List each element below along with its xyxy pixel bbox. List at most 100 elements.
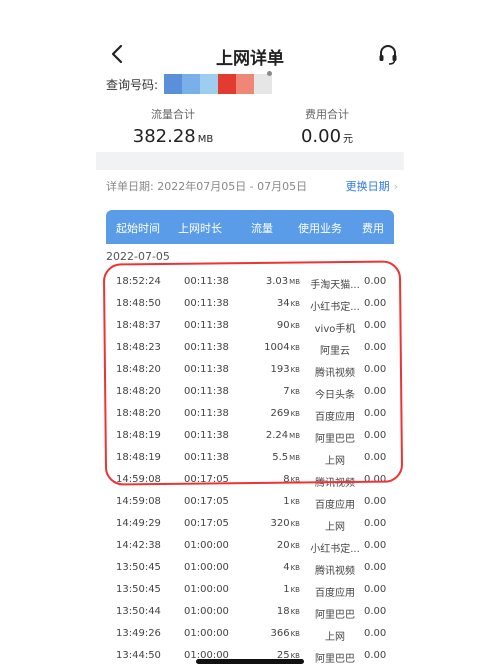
traffic-unit: KB <box>290 564 300 572</box>
cell-traffic: 8KB <box>246 474 300 485</box>
usage-table-body: 18:52:24 00:11:38 3.03MB 手淘天猫... 0.00 18:48:5… <box>106 272 394 668</box>
cell-duration: 00:11:38 <box>184 452 229 463</box>
cell-duration: 00:11:38 <box>184 386 229 397</box>
cell-service: 上网 <box>325 522 345 533</box>
cell-traffic: 320KB <box>246 518 301 529</box>
cell-fee: 0.00 <box>364 540 387 551</box>
redaction-swatch <box>254 74 272 94</box>
traffic-unit: MB <box>289 432 300 440</box>
cell-service: 小红书定... <box>310 544 360 555</box>
cell-service: 百度应用 <box>315 412 355 423</box>
cell-start-time: 14:42:38 <box>116 540 161 551</box>
cell-fee: 0.00 <box>364 606 387 617</box>
cell-fee: 0.00 <box>364 364 387 375</box>
table-row[interactable]: 18:52:24 00:11:38 3.03MB 手淘天猫... 0.00 <box>106 272 394 294</box>
traffic-total-value: 382.28 <box>132 126 196 147</box>
traffic-value: 1 <box>283 496 290 507</box>
cell-service: 阿里巴巴 <box>315 610 355 621</box>
cell-service: 上网 <box>325 632 345 643</box>
cell-traffic: 90KB <box>246 320 300 331</box>
cell-start-time: 18:48:23 <box>116 342 161 353</box>
cell-traffic: 1KB <box>246 496 300 507</box>
query-number-label: 查询号码: <box>106 78 159 92</box>
traffic-unit: KB <box>290 366 300 374</box>
cell-start-time: 13:50:45 <box>116 562 161 573</box>
cell-start-time: 18:48:20 <box>116 386 161 397</box>
table-row[interactable]: 14:42:38 01:00:00 20KB 小红书定... 0.00 <box>106 536 394 558</box>
home-indicator <box>196 659 304 664</box>
traffic-unit: KB <box>290 322 300 330</box>
table-row[interactable]: 18:48:19 00:11:38 5.5MB 上网 0.00 <box>106 448 394 470</box>
traffic-value: 2.24 <box>265 430 289 441</box>
table-row[interactable]: 14:59:08 00:17:05 1KB 百度应用 0.00 <box>106 492 394 514</box>
table-header: 起始时间 上网时长 流量 使用业务 费用 <box>106 210 394 244</box>
cell-traffic: 34KB <box>246 298 300 309</box>
traffic-total-unit: MB <box>197 134 214 145</box>
table-row[interactable]: 18:48:20 00:11:38 269KB 百度应用 0.00 <box>106 404 394 426</box>
cell-duration: 01:00:00 <box>184 584 229 595</box>
traffic-unit: KB <box>290 410 300 418</box>
cell-fee: 0.00 <box>364 298 387 309</box>
traffic-unit: KB <box>290 586 300 594</box>
cell-start-time: 18:48:19 <box>116 430 161 441</box>
table-row[interactable]: 13:50:45 01:00:00 4KB 腾讯视频 0.00 <box>106 558 394 580</box>
cell-duration: 00:11:38 <box>184 298 229 309</box>
traffic-unit: KB <box>290 630 300 638</box>
column-header-start-time: 起始时间 <box>116 222 160 235</box>
table-row[interactable]: 13:44:50 01:00:00 25KB 阿里巴巴 0.00 <box>106 646 394 668</box>
cell-fee: 0.00 <box>364 518 387 529</box>
cell-traffic: 193KB <box>246 364 301 375</box>
traffic-value: 5.5 <box>272 452 289 463</box>
traffic-unit: KB <box>290 388 300 396</box>
fee-total: 费用合计 0.00 元 <box>250 106 404 147</box>
traffic-value: 18 <box>276 606 290 617</box>
traffic-unit: MB <box>289 454 300 462</box>
cell-fee: 0.00 <box>364 628 387 639</box>
table-row[interactable]: 18:48:19 00:11:38 2.24MB 阿里巴巴 0.00 <box>106 426 394 448</box>
traffic-value: 1 <box>283 584 290 595</box>
table-row[interactable]: 13:50:45 01:00:00 1KB 百度应用 0.00 <box>106 580 394 602</box>
column-header-fee: 费用 <box>362 222 384 235</box>
table-row[interactable]: 14:59:08 00:17:05 8KB 腾讯视频 0.00 <box>106 470 394 492</box>
cell-traffic: 2.24MB <box>246 430 300 441</box>
table-row[interactable]: 18:48:37 00:11:38 90KB vivo手机 0.00 <box>106 316 394 338</box>
cell-duration: 00:17:05 <box>184 518 229 529</box>
customer-service-headset-icon[interactable] <box>378 44 398 66</box>
cell-service: 百度应用 <box>315 500 355 511</box>
fee-total-value: 0.00 <box>300 126 342 147</box>
change-date-link[interactable]: 更换日期 › <box>346 178 398 194</box>
column-header-traffic: 流量 <box>251 222 273 235</box>
traffic-total-value-line: 382.28 MB <box>96 126 250 147</box>
cell-service: 小红书定... <box>310 302 360 313</box>
cell-start-time: 18:48:20 <box>116 408 161 419</box>
page-title: 上网详单 <box>216 49 284 69</box>
fee-total-unit: 元 <box>343 134 354 145</box>
cell-start-time: 14:49:29 <box>116 518 161 529</box>
table-row[interactable]: 14:49:29 00:17:05 320KB 上网 0.00 <box>106 514 394 536</box>
table-row[interactable]: 18:48:20 00:11:38 7KB 今日头条 0.00 <box>106 382 394 404</box>
cell-fee: 0.00 <box>364 320 387 331</box>
cell-traffic: 1KB <box>246 584 300 595</box>
cell-start-time: 14:59:08 <box>116 496 161 507</box>
fee-total-label: 费用合计 <box>305 108 349 121</box>
cell-traffic: 4KB <box>246 562 300 573</box>
table-row[interactable]: 18:48:50 00:11:38 34KB 小红书定... 0.00 <box>106 294 394 316</box>
table-row[interactable]: 13:50:44 01:00:00 18KB 阿里巴巴 0.00 <box>106 602 394 624</box>
table-row[interactable]: 13:49:26 01:00:00 366KB 上网 0.00 <box>106 624 394 646</box>
cell-fee: 0.00 <box>364 562 387 573</box>
cell-fee: 0.00 <box>364 452 387 463</box>
traffic-unit: KB <box>290 476 300 484</box>
cell-duration: 00:11:38 <box>184 276 229 287</box>
traffic-value: 366 <box>270 628 290 639</box>
traffic-value: 8 <box>283 474 290 485</box>
traffic-value: 7 <box>283 386 290 397</box>
cell-fee: 0.00 <box>364 650 387 661</box>
cell-duration: 00:11:38 <box>184 408 229 419</box>
cell-traffic: 1004KB <box>246 342 300 353</box>
table-row[interactable]: 18:48:23 00:11:38 1004KB 阿里云 0.00 <box>106 338 394 360</box>
table-row[interactable]: 18:48:20 00:11:38 193KB 腾讯视频 0.00 <box>106 360 394 382</box>
cell-traffic: 18KB <box>246 606 300 617</box>
redaction-swatch <box>200 74 218 94</box>
column-header-duration: 上网时长 <box>178 222 222 235</box>
cell-fee: 0.00 <box>364 342 387 353</box>
